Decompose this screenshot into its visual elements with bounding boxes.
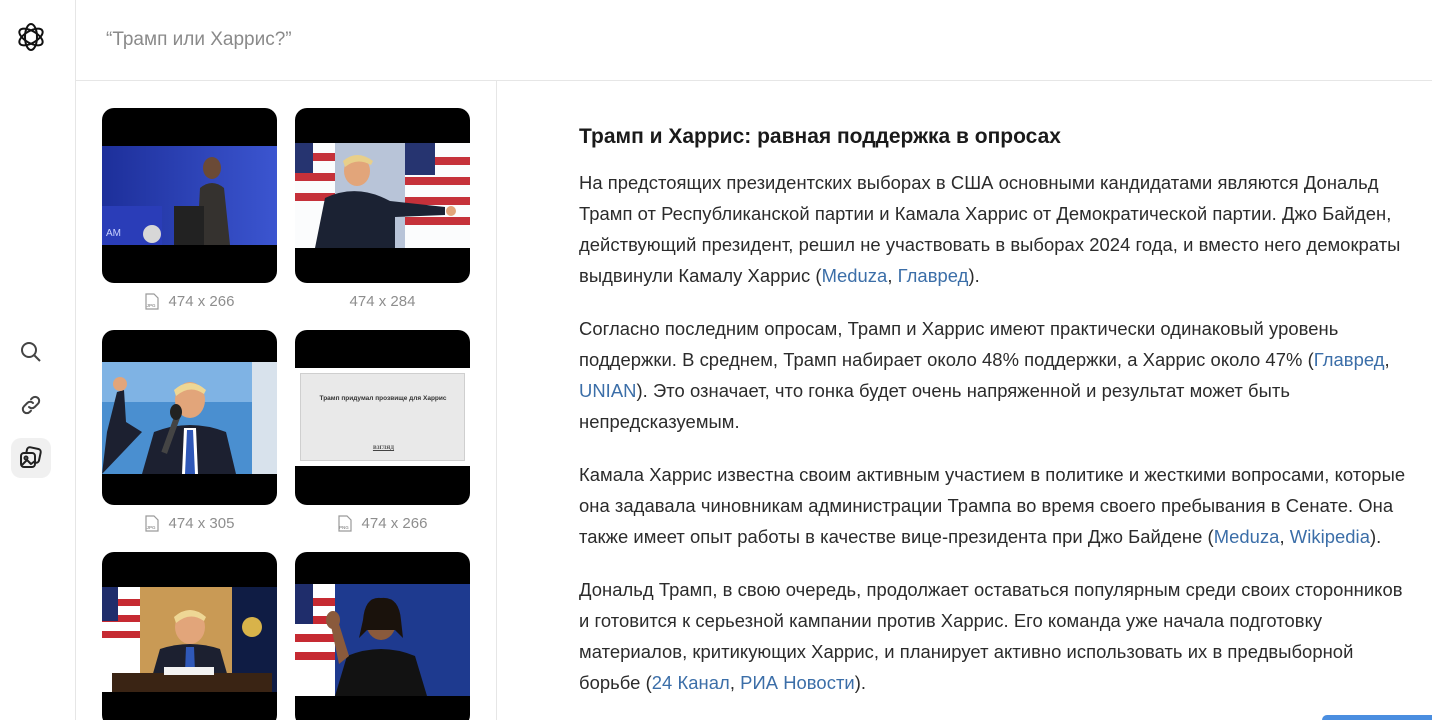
links-nav-button[interactable] (11, 385, 51, 425)
document-headline: Трамп придумал прозвище для Харрис (319, 395, 447, 402)
source-link[interactable]: Главред (898, 265, 969, 286)
search-query[interactable]: “Трамп или Харрис?” (106, 29, 292, 51)
images-icon (20, 446, 42, 468)
article-paragraph: Камала Харрис известна своим активным уч… (579, 464, 1406, 547)
answer-article: Трамп и Харрис: равная поддержка в опрос… (579, 118, 1409, 720)
image-size-label: 474 x 305 (168, 515, 235, 532)
source-link[interactable]: 24 Канал (652, 672, 730, 693)
image-grid: AM JPG 474 x 266 474 x 284 JPG 474 x 305… (76, 81, 497, 720)
source-link[interactable]: UNIAN (579, 380, 636, 401)
image-card-trump-microphone[interactable] (102, 330, 277, 505)
svg-text:AM: AM (106, 228, 121, 239)
scroll-indicator[interactable] (1322, 715, 1432, 720)
svg-text:JPG: JPG (146, 525, 156, 530)
png-file-icon: PNG (337, 515, 352, 532)
jpg-file-icon: JPG (144, 515, 159, 532)
image-card-text-document[interactable]: Трамп придумал прозвище для Харрис ВЗГЛЯ… (295, 330, 470, 505)
images-nav-button[interactable] (11, 438, 51, 478)
image-caption: JPG 474 x 305 (102, 515, 277, 532)
harris-waving-image (295, 584, 470, 696)
image-caption: PNG 474 x 266 (295, 515, 470, 532)
svg-text:PNG: PNG (339, 525, 349, 530)
article-paragraph: Согласно последним опросам, Трамп и Харр… (579, 318, 1390, 432)
source-link[interactable]: Wikipedia (1290, 526, 1370, 547)
source-link[interactable]: Meduza (1214, 526, 1280, 547)
image-caption: JPG 474 x 266 (102, 293, 277, 310)
trump-microphone-image (102, 362, 277, 474)
jpg-file-icon: JPG (144, 293, 159, 310)
search-nav-button[interactable] (11, 332, 51, 372)
document-footer: ВЗГЛЯД (372, 445, 395, 451)
trump-desk-image (102, 587, 277, 692)
source-link[interactable]: Meduza (822, 265, 888, 286)
source-link[interactable]: Главред (1314, 349, 1385, 370)
image-caption: 474 x 284 (295, 293, 470, 310)
image-size-label: 474 x 266 (361, 515, 428, 532)
openai-logo-icon[interactable] (12, 18, 50, 56)
image-size-label: 474 x 266 (168, 293, 235, 310)
source-link[interactable]: РИА Новости (740, 672, 855, 693)
search-icon (21, 342, 41, 362)
image-card-harris-podium[interactable]: AM (102, 108, 277, 283)
article-paragraph: На предстоящих президентских выборах в С… (579, 172, 1401, 286)
harris-podium-image: AM (102, 146, 277, 245)
left-rail (0, 0, 76, 720)
image-card-trump-desk[interactable] (102, 552, 277, 720)
document-image: Трамп придумал прозвище для Харрис ВЗГЛЯ… (295, 368, 470, 466)
article-title: Трамп и Харрис: равная поддержка в опрос… (579, 125, 1061, 148)
article-paragraph: Дональд Трамп, в свою очередь, продолжае… (579, 579, 1403, 693)
link-icon (21, 395, 41, 415)
svg-text:JPG: JPG (146, 303, 156, 308)
image-card-trump-pointing[interactable] (295, 108, 470, 283)
image-size-label: 474 x 284 (349, 293, 416, 310)
trump-pointing-image (295, 143, 470, 248)
image-card-harris-waving[interactable] (295, 552, 470, 720)
search-header: “Трамп или Харрис?” (76, 0, 1432, 81)
